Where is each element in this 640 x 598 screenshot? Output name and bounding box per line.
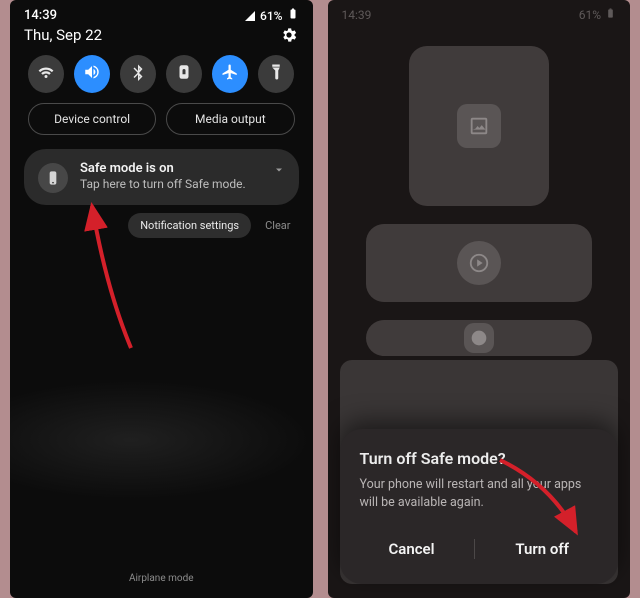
app-placeholder-icon bbox=[457, 104, 501, 148]
dialog-title: Turn off Safe mode? bbox=[360, 449, 599, 468]
play-circle-icon bbox=[457, 241, 501, 285]
settings-gear-icon[interactable] bbox=[279, 25, 299, 45]
status-bar-dimmed: 14:39 61% bbox=[328, 0, 631, 22]
airplane-icon bbox=[221, 63, 239, 85]
recents-card[interactable] bbox=[409, 46, 549, 206]
bluetooth-icon bbox=[129, 63, 147, 85]
flashlight-icon bbox=[267, 63, 285, 85]
cancel-button[interactable]: Cancel bbox=[370, 532, 452, 566]
qs-wifi[interactable] bbox=[28, 55, 64, 93]
qs-airplane[interactable] bbox=[212, 55, 248, 93]
safe-mode-dialog: Turn off Safe mode? Your phone will rest… bbox=[340, 429, 619, 584]
battery-icon bbox=[287, 8, 299, 23]
recents-card[interactable] bbox=[366, 224, 592, 302]
status-bar: 14:39 61% bbox=[10, 0, 313, 23]
device-control-button[interactable]: Device control bbox=[28, 103, 156, 135]
airplane-mode-label: Airplane mode bbox=[10, 573, 313, 584]
dialog-actions: Cancel Turn off bbox=[360, 526, 599, 574]
cancel-label: Cancel bbox=[388, 540, 434, 558]
notification-footer-row: Notification settings Clear bbox=[10, 205, 313, 238]
media-output-label: Media output bbox=[195, 112, 266, 126]
app-placeholder-icon bbox=[464, 323, 494, 353]
notification-text: Safe mode is on Tap here to turn off Saf… bbox=[80, 161, 285, 191]
status-right-cluster: 61% bbox=[244, 8, 298, 23]
status-right-dim: 61% bbox=[579, 8, 616, 22]
qs-rotation-lock[interactable] bbox=[166, 55, 202, 93]
action-separator bbox=[474, 539, 475, 559]
turn-off-button[interactable]: Turn off bbox=[497, 532, 587, 566]
wifi-icon bbox=[37, 63, 55, 85]
phone-right-safe-mode-dialog: 14:39 61% Turn off Safe mode? Your phone… bbox=[328, 0, 631, 598]
dialog-body: Your phone will restart and all your app… bbox=[360, 476, 599, 512]
device-control-label: Device control bbox=[54, 112, 130, 126]
status-time: 14:39 bbox=[24, 8, 57, 23]
chevron-down-icon[interactable] bbox=[273, 161, 285, 180]
battery-percent-dim: 61% bbox=[579, 8, 601, 22]
safe-mode-notification[interactable]: Safe mode is on Tap here to turn off Saf… bbox=[24, 149, 299, 205]
sound-icon bbox=[83, 63, 101, 85]
background-blur bbox=[10, 380, 313, 500]
battery-icon bbox=[605, 8, 616, 22]
header-date: Thu, Sep 22 bbox=[24, 26, 102, 44]
signal-icon bbox=[244, 10, 256, 22]
phone-icon bbox=[38, 163, 68, 193]
clear-button[interactable]: Clear bbox=[261, 213, 294, 238]
clear-label: Clear bbox=[265, 219, 290, 232]
secondary-controls-row: Device control Media output bbox=[10, 103, 313, 145]
turn-off-label: Turn off bbox=[515, 540, 569, 558]
qs-bluetooth[interactable] bbox=[120, 55, 156, 93]
qs-sound[interactable] bbox=[74, 55, 110, 93]
status-time-dim: 14:39 bbox=[342, 8, 372, 22]
quick-settings-row bbox=[10, 55, 313, 103]
qs-flashlight[interactable] bbox=[258, 55, 294, 93]
header-date-row: Thu, Sep 22 bbox=[10, 23, 313, 55]
phone-left-notification-shade: 14:39 61% Thu, Sep 22 bbox=[10, 0, 313, 598]
notification-settings-button[interactable]: Notification settings bbox=[128, 213, 251, 238]
battery-percent: 61% bbox=[260, 9, 282, 23]
notification-subtitle: Tap here to turn off Safe mode. bbox=[80, 177, 285, 191]
recents-card[interactable] bbox=[366, 320, 592, 356]
notification-settings-label: Notification settings bbox=[140, 219, 239, 232]
media-output-button[interactable]: Media output bbox=[166, 103, 294, 135]
notification-title: Safe mode is on bbox=[80, 161, 285, 176]
rotation-lock-icon bbox=[175, 63, 193, 85]
